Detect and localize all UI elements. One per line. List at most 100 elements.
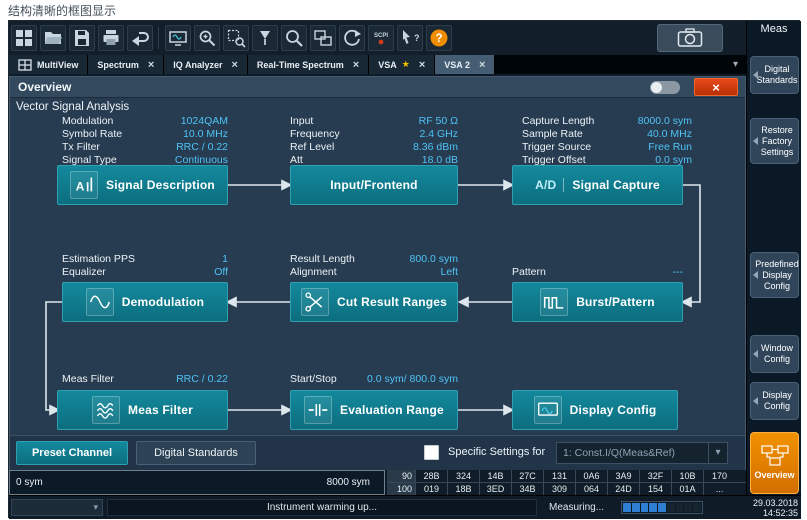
softkey-restore-factory-settings[interactable]: Restore Factory Settings [750, 118, 799, 164]
softkey-digital-standards[interactable]: Digital Standards [750, 56, 799, 94]
capture-start-label: 0 sym [16, 477, 43, 488]
softkey-predefined-display-config[interactable]: Predefined Display Config [750, 252, 799, 298]
save-icon[interactable] [69, 25, 95, 51]
table-cell: 01A [671, 483, 703, 495]
analyzer-window: SCPI ? ? MultiView Spectrum × IQ A [8, 20, 800, 518]
tab-vsa[interactable]: VSA ★ × [369, 55, 435, 74]
scissors-icon [301, 288, 329, 316]
refresh-icon[interactable] [339, 25, 365, 51]
tab-label: IQ Analyzer [173, 60, 222, 70]
evaluation-range-button[interactable]: Evaluation Range [290, 390, 458, 430]
marker-icon[interactable] [252, 25, 278, 51]
demodulation-button[interactable]: Demodulation [62, 282, 228, 322]
screenshot-button[interactable] [657, 24, 723, 52]
tab-real-time-spectrum[interactable]: Real-Time Spectrum × [248, 55, 369, 74]
tab-spectrum[interactable]: Spectrum × [88, 55, 164, 74]
burst-pattern-button[interactable]: Burst/Pattern [512, 282, 683, 322]
param-row: Pattern--- [512, 266, 683, 279]
signal-description-button[interactable]: A Signal Description [57, 165, 228, 205]
multiview-grid-icon [18, 59, 32, 71]
cut-result-ranges-button[interactable]: Cut Result Ranges [290, 282, 458, 322]
meas-filter-button[interactable]: Meas Filter [57, 390, 228, 430]
softkey-label: Predefined Display Config [755, 259, 799, 292]
input-frontend-params: InputRF 50 Ω Frequency2.4 GHz Ref Level8… [290, 115, 458, 167]
softkey-overview[interactable]: Overview [750, 432, 799, 494]
tab-close-icon[interactable]: × [148, 59, 154, 71]
signal-capture-button[interactable]: A/D Signal Capture [512, 165, 683, 205]
split-windows-icon[interactable] [310, 25, 336, 51]
range-markers-icon [304, 396, 332, 424]
svg-text:?: ? [414, 33, 420, 43]
open-file-icon[interactable] [40, 25, 66, 51]
status-message: Instrument warming up... [107, 499, 537, 516]
softkey-arrow-icon [753, 137, 758, 145]
input-frontend-button[interactable]: Input/Frontend [290, 165, 458, 205]
display-config-button[interactable]: Display Config [512, 390, 678, 430]
context-help-icon[interactable]: ? [397, 25, 423, 51]
signal-capture-params: Capture Length8000.0 sym Sample Rate40.0… [522, 115, 692, 167]
param-row: Symbol Rate10.0 MHz [62, 128, 228, 141]
table-row: 100 019 18B 3ED 34B 309 064 24D 154 01A … [387, 483, 746, 495]
measuring-label: Measuring... [549, 502, 604, 513]
table-row: 90 28B 324 14B 27C 131 0A6 3A9 32F 10B 1… [387, 470, 746, 483]
svg-text:SCPI: SCPI [374, 33, 388, 39]
status-dropdown[interactable]: ▾ [11, 499, 103, 516]
table-cell: 0A6 [575, 470, 607, 482]
display-screenshot-icon[interactable] [165, 25, 191, 51]
screenshot-page: 结构清晰的框图显示 [0, 0, 807, 520]
softkey-arrow-icon [753, 271, 758, 279]
print-icon[interactable] [98, 25, 124, 51]
table-cell: 3A9 [607, 470, 639, 482]
block-label: Cut Result Ranges [337, 295, 447, 309]
softkey-arrow-icon [753, 71, 758, 79]
zoom-area-icon[interactable] [223, 25, 249, 51]
tab-multiview[interactable]: MultiView [9, 55, 88, 74]
status-bar: ▾ Instrument warming up... Measuring... … [9, 495, 801, 519]
display-screen-icon [534, 396, 562, 424]
table-cell: 3ED [479, 483, 511, 495]
softkey-display-config[interactable]: Display Config [750, 382, 799, 420]
param-row: Result Length800.0 sym [290, 253, 458, 266]
param-row: Capture Length8000.0 sym [522, 115, 692, 128]
caption-text: 结构清晰的框图显示 [8, 2, 116, 19]
softkey-label: Overview [754, 470, 794, 481]
tab-vsa-2[interactable]: VSA 2 × [435, 55, 495, 74]
softkey-label: Digital Standards [756, 64, 797, 86]
help-icon[interactable]: ? [426, 25, 452, 51]
row-index: 100 [387, 483, 415, 495]
table-cell: 24D [607, 483, 639, 495]
tab-label: Real-Time Spectrum [257, 60, 344, 70]
svg-text:A: A [76, 180, 85, 194]
app-menu-icon[interactable] [11, 25, 37, 51]
tab-close-icon[interactable]: × [479, 59, 485, 71]
scpi-recorder-icon[interactable]: SCPI [368, 25, 394, 51]
favorite-star-icon: ★ [402, 59, 410, 70]
tab-label: Spectrum [97, 60, 139, 70]
undo-icon[interactable] [127, 25, 153, 51]
evaluation-range-params: Start/Stop0.0 sym/ 800.0 sym [290, 373, 458, 386]
tab-iq-analyzer[interactable]: IQ Analyzer × [164, 55, 248, 74]
camera-icon [677, 27, 703, 49]
param-row: EqualizerOff [62, 266, 228, 279]
tab-label: MultiView [37, 60, 78, 70]
table-cell: 064 [575, 483, 607, 495]
table-cell: ... [703, 483, 735, 495]
search-icon[interactable] [281, 25, 307, 51]
tab-close-icon[interactable]: × [419, 59, 425, 71]
softkey-window-config[interactable]: Window Config [750, 335, 799, 373]
block-label: Demodulation [122, 295, 204, 309]
tab-overflow-button[interactable]: ▾ [725, 55, 746, 74]
tab-close-icon[interactable]: × [231, 59, 237, 71]
burst-pattern-params: Pattern--- [512, 266, 683, 279]
param-row: AlignmentLeft [290, 266, 458, 279]
zoom-in-icon[interactable] [194, 25, 220, 51]
toolbar-separator [158, 27, 159, 49]
capture-end-label: 8000 sym [327, 477, 370, 488]
ad-converter-icon: A/D [535, 178, 564, 192]
param-row: Sample Rate40.0 MHz [522, 128, 692, 141]
capture-buffer-bar: 0 sym 8000 sym [9, 470, 385, 495]
overview-flow-icon [761, 445, 789, 467]
tab-close-icon[interactable]: × [353, 59, 359, 71]
block-label: Input/Frontend [330, 178, 417, 192]
table-cell: 14B [479, 470, 511, 482]
